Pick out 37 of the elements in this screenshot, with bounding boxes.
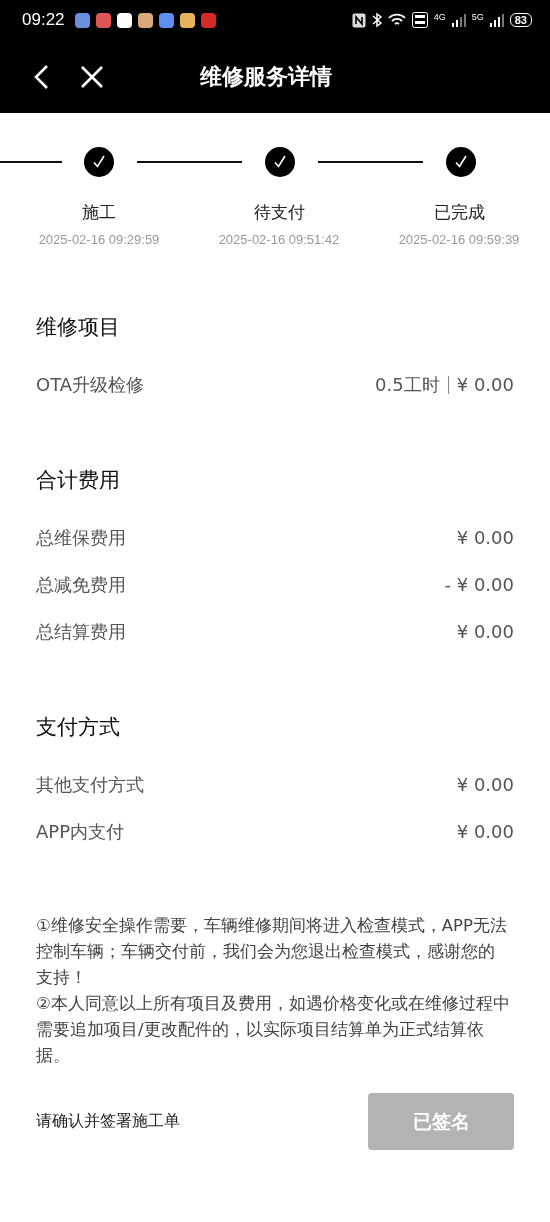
signal-icon xyxy=(489,13,504,27)
section-title: 维修项目 xyxy=(36,314,121,341)
section-title: 支付方式 xyxy=(36,714,121,741)
note-paragraph: ①维修安全操作需要，车辆维修期间将进入检查模式，APP无法控制车辆；车辆交付前，我们会为您退出检查模式，感谢您的支持！ xyxy=(36,915,508,989)
labor-hours: 0.5工时 xyxy=(375,372,440,397)
step-time: 2025-02-16 09:29:59 xyxy=(38,232,160,247)
amount: ¥ 0.00 xyxy=(456,527,514,548)
row-label: 总维保费用 xyxy=(36,525,126,550)
step-time: 2025-02-16 09:59:39 xyxy=(398,232,520,247)
page-title: 维修服务详情 xyxy=(200,62,332,91)
nfc-icon xyxy=(351,12,366,28)
section-title: 合计费用 xyxy=(36,467,121,494)
row-label: 总减免费用 xyxy=(36,572,126,597)
row-label: APP内支付 xyxy=(36,819,125,844)
amount: ¥ 0.00 xyxy=(456,774,514,795)
amount: ¥ 0.00 xyxy=(456,821,514,842)
close-icon xyxy=(80,64,104,89)
amount: ¥ 0.00 xyxy=(456,374,514,395)
note-paragraph: ②本人同意以上所有项目及费用，如遇价格变化或在维修过程中需要追加项目/更改配件的，以实际项目结算单为正式结算依据。 xyxy=(36,993,510,1067)
step-time: 2025-02-16 09:51:42 xyxy=(218,232,340,247)
step-label: 施工 xyxy=(82,201,116,224)
amount: - ¥ 0.00 xyxy=(444,574,514,595)
status-time: 09:22 xyxy=(22,10,65,30)
wifi-icon xyxy=(387,13,406,27)
network-label: 5G xyxy=(471,12,484,22)
amount: ¥ 0.00 xyxy=(456,621,514,642)
row-label: 总结算费用 xyxy=(36,619,126,644)
row-label: 其他支付方式 xyxy=(36,772,144,797)
step-label: 待支付 xyxy=(253,201,305,224)
bluetooth-icon xyxy=(371,12,382,28)
step-label: 已完成 xyxy=(433,201,485,224)
chevron-left-icon xyxy=(32,63,50,90)
battery-level: 83 xyxy=(509,13,532,27)
sign-prompt: 请确认并签署施工单 xyxy=(36,1111,180,1132)
network-label: 4G xyxy=(433,12,446,22)
row-label: OTA升级检修 xyxy=(36,372,145,397)
signal-icon xyxy=(451,13,466,27)
